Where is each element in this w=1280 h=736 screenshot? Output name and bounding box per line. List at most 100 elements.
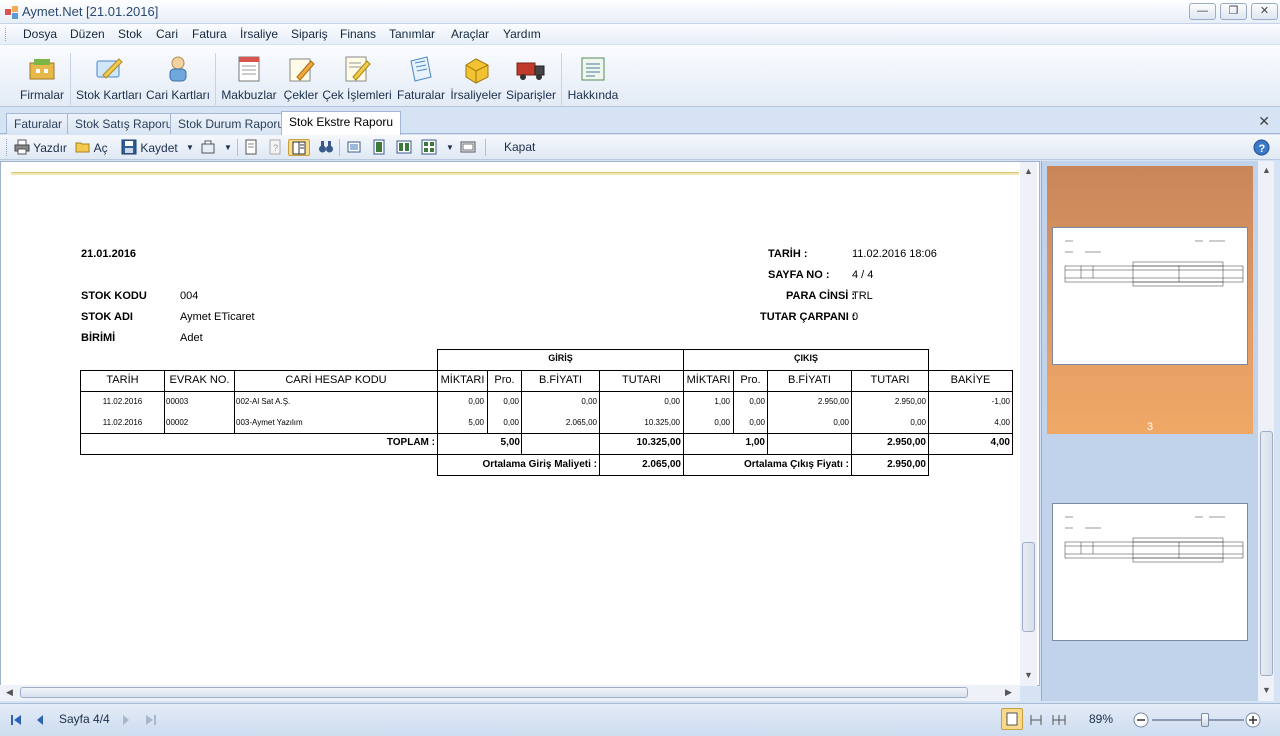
table-row-1-cikis-miktar: 1,00 [714, 397, 730, 406]
total-top-line [80, 433, 1013, 434]
ortalama-cikis-value: 2.950,00 [887, 459, 926, 470]
next-page-icon[interactable] [118, 712, 134, 728]
export-button[interactable] [200, 139, 216, 156]
restore-button[interactable]: ❐ [1220, 3, 1247, 20]
stok-kodu-value: 004 [180, 290, 199, 302]
close-tab-icon[interactable]: ✕ [1258, 113, 1270, 130]
table-row-1-cikis-tutar: 2.950,00 [894, 397, 926, 406]
horizontal-scroll-thumb[interactable] [20, 687, 968, 698]
col-header-cari-hesap-kodu: CARİ HESAP KODU [285, 374, 387, 386]
scroll-up-icon[interactable]: ▲ [1024, 166, 1033, 176]
thumbnails-vertical-scrollbar[interactable]: ▲ ▼ [1257, 161, 1274, 701]
multiple-pages-button[interactable] [421, 139, 437, 156]
thumbs-scroll-up-icon[interactable]: ▲ [1262, 165, 1271, 175]
menu-siparis[interactable]: Sipariş [291, 27, 328, 41]
toplam-giris-miktar: 5,00 [500, 437, 520, 448]
report-date: 21.01.2016 [81, 248, 137, 260]
scroll-left-icon[interactable]: ◀ [6, 687, 13, 698]
sayfa-no-label: SAYFA NO : [768, 269, 830, 281]
table-row-2-cari: 003-Aymet Yazılım [236, 418, 303, 427]
page-width-icon [373, 139, 385, 155]
zoom-in-icon[interactable] [1245, 712, 1261, 728]
previous-page-icon[interactable] [32, 712, 48, 728]
zoom-slider[interactable] [1152, 713, 1244, 727]
menu-cari[interactable]: Cari [156, 27, 178, 41]
preview-vertical-scrollbar[interactable]: ▲ ▼ [1020, 162, 1037, 686]
tab-stok-satis-raporu[interactable]: Stok Satış Raporu [67, 113, 181, 134]
table-row-2-giris-miktar: 5,00 [468, 418, 484, 427]
col-header-cikis-b-fiyati: B.FİYATI [788, 374, 831, 386]
thumbnail-page-3[interactable] [1052, 227, 1248, 365]
help-button[interactable]: ? [1253, 139, 1270, 156]
page-setup-icon [245, 139, 257, 155]
toolbar-separator [561, 53, 562, 105]
col-header-giris-tutari: TUTARI [622, 374, 661, 386]
minimize-button[interactable]: — [1189, 3, 1216, 20]
menu-stok[interactable]: Stok [118, 27, 142, 41]
table-row-1-giris-miktar: 0,00 [468, 397, 484, 406]
page-width-view-icon[interactable] [1028, 712, 1044, 728]
preview-horizontal-scrollbar[interactable]: ◀ ▶ [0, 685, 1020, 701]
tab-stok-ekstre-raporu[interactable]: Stok Ekstre Raporu [281, 111, 402, 135]
tab-stok-durum-raporu[interactable]: Stok Durum Raporu [170, 113, 293, 134]
zoom-level: 89% [1089, 712, 1114, 726]
menu-araclar[interactable]: Araçlar [451, 27, 489, 41]
scroll-right-icon[interactable]: ▶ [1005, 687, 1012, 698]
page-indicator: Sayfa 4/4 [59, 712, 110, 726]
help-page-button[interactable]: ? [267, 139, 283, 156]
multi-page-view-icon[interactable] [1051, 712, 1067, 728]
scroll-down-icon[interactable]: ▼ [1024, 670, 1033, 680]
page-setup-button[interactable] [243, 139, 259, 156]
title-bar: Aymet.Net [21.01.2016] — ❐ ✕ [0, 0, 1280, 24]
page-width-button[interactable] [371, 139, 387, 156]
table-row-1-bakiye: -1,00 [991, 397, 1010, 406]
menu-dosya[interactable]: Dosya [23, 27, 57, 41]
para-cinsi-label: PARA CİNSİ : [786, 290, 856, 302]
first-page-icon[interactable] [8, 712, 24, 728]
view-single-page-button[interactable] [1001, 708, 1023, 730]
scroll-thumb[interactable] [1022, 542, 1035, 632]
menu-tanimlar[interactable]: Tanımlar [389, 27, 435, 41]
table-row-2-cikis-pro: 0,00 [749, 418, 765, 427]
thumbnails-icon [460, 141, 476, 153]
thumbnail-preview-icon [1064, 516, 1244, 563]
menu-yardim[interactable]: Yardım [503, 27, 541, 41]
toolbar-separator [70, 53, 71, 105]
save-dropdown-arrow-icon[interactable]: ▼ [186, 139, 194, 156]
thumbs-scroll-down-icon[interactable]: ▼ [1262, 685, 1271, 695]
table-row-2-bakiye: 4,00 [994, 418, 1010, 427]
col-header-giris-miktari: MİKTARI [440, 374, 485, 386]
close-preview-button[interactable]: Kapat [504, 139, 535, 156]
layout-button-active[interactable] [288, 139, 310, 156]
status-bar: Sayfa 4/4 89% [0, 703, 1280, 736]
save-button[interactable]: Kaydet [121, 139, 178, 156]
close-window-button[interactable]: ✕ [1251, 3, 1278, 20]
app-icon [5, 6, 18, 19]
find-button[interactable] [318, 139, 334, 156]
menu-finans[interactable]: Finans [340, 27, 376, 41]
menu-duzen[interactable]: Düzen [70, 27, 105, 41]
zoom-slider-thumb[interactable] [1201, 713, 1210, 727]
tutar-carpani-value: 0 [852, 311, 859, 323]
zoom-out-icon[interactable] [1133, 712, 1149, 728]
multiple-pages-dropdown-arrow-icon[interactable]: ▼ [446, 139, 454, 156]
svg-text:?: ? [273, 143, 278, 153]
table-row-2-tarih: 11.02.2016 [102, 418, 143, 427]
col-header-giris-pro: Pro. [494, 374, 515, 386]
open-button[interactable]: Aç [75, 139, 108, 156]
tab-faturalar[interactable]: Faturalar [6, 113, 71, 134]
menu-irsaliye[interactable]: İrsaliye [240, 27, 278, 41]
export-dropdown-arrow-icon[interactable]: ▼ [224, 139, 232, 156]
menu-fatura[interactable]: Fatura [192, 27, 227, 41]
last-page-icon[interactable] [143, 712, 159, 728]
table-row-1-giris-pro: 0,00 [503, 397, 519, 406]
col-header-giris-b-fiyati: B.FİYATI [539, 374, 582, 386]
print-button[interactable]: Yazdır [14, 139, 67, 156]
thumbnail-page-4[interactable] [1052, 503, 1248, 641]
two-pages-button[interactable] [396, 139, 412, 156]
table-row-2-giris-bfiyat: 2.065,00 [565, 418, 597, 427]
single-page-button[interactable] [346, 139, 362, 156]
toplam-giris-tutar: 10.325,00 [636, 437, 682, 448]
thumbnails-button[interactable] [460, 139, 476, 156]
thumbs-scroll-thumb[interactable] [1260, 431, 1273, 676]
